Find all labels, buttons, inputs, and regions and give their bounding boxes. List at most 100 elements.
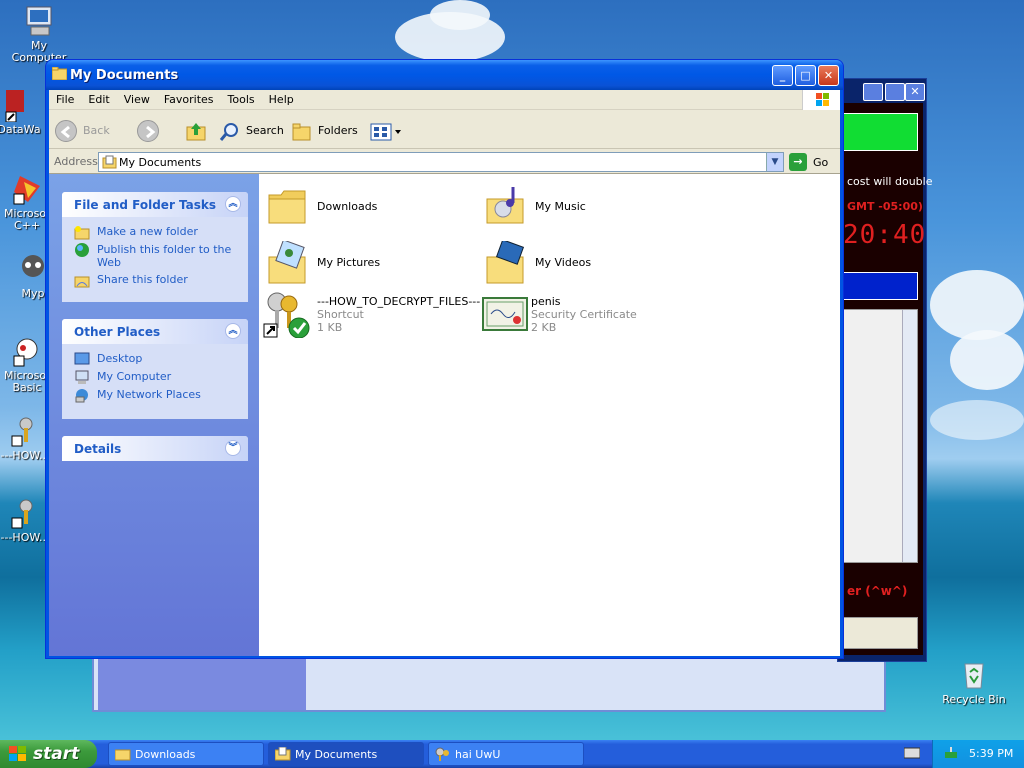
- keyboard-icon[interactable]: [903, 746, 921, 763]
- ransom-note-area[interactable]: [843, 309, 918, 563]
- desktop-icon-recycle-bin[interactable]: Recycle Bin: [937, 658, 1011, 706]
- panel-title: Details: [74, 442, 122, 456]
- maximize-button[interactable]: [885, 83, 905, 101]
- ransom-panel: cost will double GMT -05:00) 20:40 er (^…: [843, 103, 932, 655]
- desktop-icon-label: DataWa: [0, 123, 41, 136]
- search-button[interactable]: Search: [219, 118, 284, 144]
- desktop-icon-my-computer[interactable]: My Computer: [2, 4, 76, 64]
- menu-edit[interactable]: Edit: [81, 90, 116, 109]
- panel-header[interactable]: Other Places ︽: [62, 319, 248, 344]
- link-label: My Computer: [97, 370, 172, 383]
- task-label: Downloads: [135, 748, 196, 761]
- keys-shortcut-icon: [263, 290, 311, 339]
- close-button[interactable]: ✕: [818, 65, 839, 86]
- views-button[interactable]: [369, 118, 403, 144]
- file-size: 2 KB: [531, 321, 557, 334]
- file-item-downloads[interactable]: Downloads: [267, 185, 467, 237]
- scrollbar[interactable]: [902, 310, 917, 562]
- ransom-input[interactable]: [843, 617, 918, 649]
- make-new-folder-link[interactable]: Make a new folder: [62, 223, 248, 241]
- file-item-my-videos[interactable]: My Videos: [485, 239, 685, 293]
- maximize-button[interactable]: □: [795, 65, 816, 86]
- menu-view[interactable]: View: [117, 90, 157, 109]
- title-bar[interactable]: My Documents _ □ ✕: [46, 60, 843, 90]
- explorer-window[interactable]: My Documents _ □ ✕ File Edit View Favorites…: [45, 59, 844, 659]
- desktop-icon-label: Recycle Bin: [942, 693, 1006, 706]
- folder-icon: [51, 66, 68, 81]
- task-hai-uwu[interactable]: hai UwU: [428, 742, 584, 766]
- windows-flag-icon: [8, 745, 28, 768]
- panel-header[interactable]: File and Folder Tasks ︽: [62, 192, 248, 217]
- start-button[interactable]: start: [0, 740, 97, 768]
- menu-tools[interactable]: Tools: [221, 90, 262, 109]
- minimize-button[interactable]: _: [772, 65, 793, 86]
- system-tray: 5:39 PM: [932, 740, 1024, 768]
- visual-basic-icon: [10, 334, 44, 368]
- folder-icon: [114, 747, 131, 764]
- desktop-icon-label: ---HOW...: [0, 449, 50, 462]
- folders-icon: [291, 121, 313, 153]
- back-button[interactable]: Back: [55, 118, 123, 144]
- file-name: My Music: [535, 200, 586, 213]
- file-item-my-music[interactable]: My Music: [485, 185, 685, 237]
- forward-button[interactable]: [137, 118, 177, 144]
- file-item-how-to-decrypt[interactable]: ---HOW_TO_DECRYPT_FILES--- Shortcut 1 KB: [263, 290, 480, 342]
- details-panel: Details ︾: [62, 436, 248, 461]
- up-folder-icon: [185, 120, 207, 152]
- link-label: Desktop: [97, 352, 143, 365]
- file-type: Shortcut: [317, 308, 364, 321]
- new-folder-icon: [74, 225, 90, 240]
- file-name: My Pictures: [317, 256, 381, 269]
- toolbar: Back Search Folders: [49, 111, 840, 149]
- task-pane: File and Folder Tasks ︽ Make a new folder…: [49, 174, 259, 656]
- desktop-link[interactable]: Desktop: [62, 350, 248, 368]
- task-label: My Documents: [295, 748, 378, 761]
- menu-favorites[interactable]: Favorites: [157, 90, 221, 109]
- close-button[interactable]: ✕: [905, 83, 925, 101]
- folders-button[interactable]: Folders: [291, 118, 359, 144]
- network-places-link[interactable]: My Network Places: [62, 386, 248, 404]
- link-label: Share this folder: [97, 273, 188, 286]
- chevron-up-icon[interactable]: ︽: [225, 196, 241, 212]
- file-type: Security Certificate: [531, 308, 637, 321]
- folder-icon: [267, 185, 315, 233]
- background-window-bottom[interactable]: [92, 656, 886, 712]
- countdown-clock: 20:40: [843, 220, 927, 250]
- file-size: 1 KB: [317, 321, 343, 334]
- file-item-my-pictures[interactable]: My Pictures: [267, 239, 467, 293]
- start-label: start: [33, 744, 80, 764]
- menu-help[interactable]: Help: [262, 90, 301, 109]
- minimize-button[interactable]: [863, 83, 883, 101]
- forward-arrow-icon: [137, 120, 159, 142]
- link-label: My Network Places: [97, 388, 201, 401]
- share-folder-link[interactable]: Share this folder: [62, 271, 248, 289]
- chevron-up-icon[interactable]: ︽: [225, 323, 241, 339]
- file-item-certificate[interactable]: penis Security Certificate 2 KB: [481, 294, 681, 346]
- desktop-icon-label: Microsof C++: [4, 207, 50, 232]
- go-button[interactable]: → Go: [789, 152, 835, 172]
- panel-header[interactable]: Details ︾: [62, 436, 248, 461]
- file-folder-tasks-panel: File and Folder Tasks ︽ Make a new folder…: [62, 192, 248, 302]
- keys-icon: [435, 747, 451, 764]
- menu-file[interactable]: File: [49, 90, 81, 109]
- my-computer-link[interactable]: My Computer: [62, 368, 248, 386]
- network-icon: [74, 388, 90, 403]
- taskbar: start Downloads My Documents hai UwU 5:3…: [0, 740, 1024, 768]
- safely-remove-icon[interactable]: [943, 746, 959, 765]
- ransomware-window[interactable]: ✕ cost will double GMT -05:00) 20:40 er …: [837, 78, 932, 662]
- chevron-down-icon[interactable]: ▼: [766, 153, 783, 171]
- clock[interactable]: 5:39 PM: [969, 747, 1013, 760]
- task-downloads[interactable]: Downloads: [108, 742, 264, 766]
- address-field[interactable]: My Documents ▼: [98, 152, 784, 172]
- folders-label: Folders: [318, 124, 358, 137]
- chevron-down-icon[interactable]: ︾: [225, 440, 241, 456]
- window-title: My Documents: [70, 68, 179, 83]
- file-name: My Videos: [535, 256, 592, 269]
- computer-icon: [74, 370, 90, 385]
- task-my-documents[interactable]: My Documents: [268, 742, 424, 766]
- task-label: hai UwU: [455, 748, 501, 761]
- publish-folder-link[interactable]: Publish this folder to the Web: [62, 241, 248, 271]
- ransom-footer-text: er (^w^): [847, 584, 908, 598]
- pictures-folder-icon: [267, 239, 315, 289]
- up-folder-button[interactable]: [185, 118, 209, 144]
